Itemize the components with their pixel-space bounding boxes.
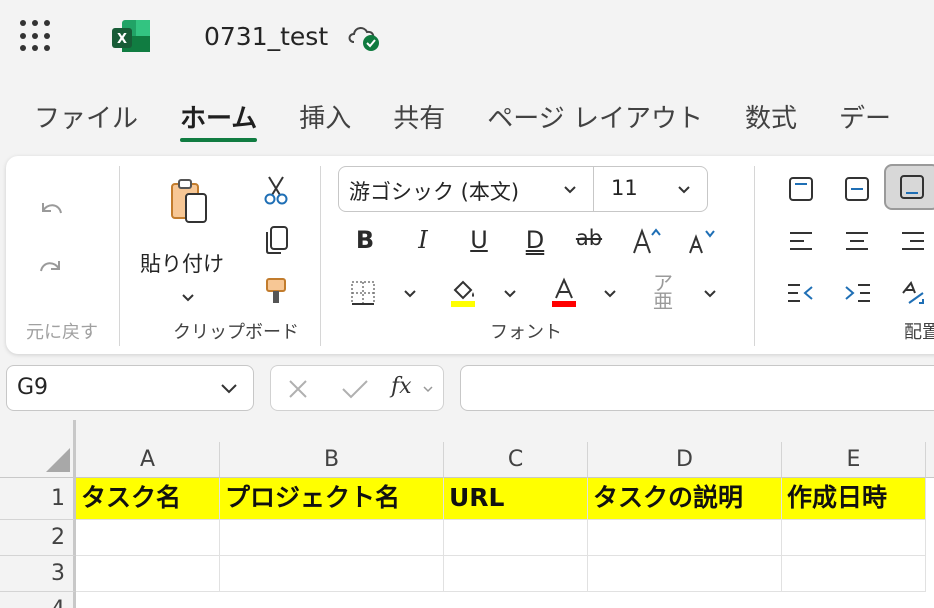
cell-a3[interactable] [76, 556, 220, 592]
align-top-icon[interactable] [784, 172, 818, 206]
name-box[interactable]: G9 [6, 365, 254, 411]
column-header-a[interactable]: A [76, 442, 220, 478]
tab-formulas[interactable]: 数式 [745, 98, 797, 142]
column-header-c[interactable]: C [444, 442, 588, 478]
phonetic-guide-icon[interactable]: ア亜 [648, 273, 678, 311]
paste-dropdown-chevron-icon[interactable] [176, 286, 200, 310]
name-box-value: G9 [17, 375, 49, 400]
row-header-4[interactable]: 4 [0, 592, 76, 608]
tab-file[interactable]: ファイル [34, 98, 138, 142]
cell-d2[interactable] [588, 520, 782, 556]
align-bottom-icon[interactable] [884, 164, 934, 210]
select-all-corner[interactable] [0, 420, 76, 478]
cut-icon[interactable] [260, 174, 292, 206]
column-header-d[interactable]: D [588, 442, 782, 478]
cell-b1[interactable]: プロジェクト名 [220, 478, 444, 520]
cell-e1[interactable]: 作成日時 [782, 478, 926, 520]
ribbon-separator [754, 166, 755, 346]
insert-function-chevron-icon[interactable] [421, 382, 435, 396]
formula-input[interactable] [460, 365, 934, 411]
font-color-icon[interactable] [548, 274, 580, 310]
font-selector: 游ゴシック (本文) 11 [338, 166, 708, 212]
formula-actions: fx [270, 365, 444, 411]
tab-share[interactable]: 共有 [393, 98, 445, 142]
undo-group-label: 元に戻す [26, 322, 98, 343]
app-launcher-icon[interactable] [20, 20, 54, 52]
row-header-1[interactable]: 1 [0, 478, 76, 520]
redo-icon[interactable] [34, 250, 68, 284]
column-header-b[interactable]: B [220, 442, 444, 478]
font-box-divider [593, 167, 594, 211]
align-left-icon[interactable] [784, 224, 818, 258]
borders-chevron-icon[interactable] [400, 284, 420, 304]
double-underline-icon[interactable]: D [520, 226, 550, 254]
cell-a1[interactable]: タスク名 [76, 478, 220, 520]
align-middle-icon[interactable] [840, 172, 874, 206]
insert-function-button[interactable]: fx [391, 374, 412, 399]
text-orientation-icon[interactable] [896, 276, 930, 310]
align-center-icon[interactable] [840, 224, 874, 258]
font-name-dropdown[interactable]: 游ゴシック (本文) [349, 176, 519, 206]
format-painter-icon[interactable] [260, 276, 292, 308]
decrease-indent-icon[interactable] [784, 276, 818, 310]
row-header-3[interactable]: 3 [0, 556, 76, 592]
cell-d3[interactable] [588, 556, 782, 592]
tab-page-layout[interactable]: ページ レイアウト [487, 98, 703, 142]
fill-color-chevron-icon[interactable] [500, 284, 520, 304]
font-size-dropdown[interactable]: 11 [611, 176, 638, 200]
font-size-chevron-icon[interactable] [675, 181, 693, 199]
font-group-label: フォント [490, 322, 562, 343]
fill-color-icon[interactable] [446, 274, 482, 310]
font-name-chevron-icon[interactable] [561, 181, 579, 199]
clipboard-group-label: クリップボード [173, 322, 299, 343]
copy-icon[interactable] [260, 224, 292, 256]
underline-icon[interactable]: U [464, 226, 494, 254]
ribbon-panel: 元に戻す 貼り付け クリップボード 游ゴシック (本文) 11 B I U D … [6, 156, 934, 354]
column-header-strip [76, 420, 934, 442]
excel-logo-icon: X [112, 18, 152, 54]
cell-b3[interactable] [220, 556, 444, 592]
document-title[interactable]: 0731_test [204, 22, 328, 51]
cell-b2[interactable] [220, 520, 444, 556]
cell-c2[interactable] [444, 520, 588, 556]
cloud-saved-icon[interactable] [346, 22, 382, 52]
cell-d1[interactable]: タスクの説明 [588, 478, 782, 520]
confirm-entry-icon[interactable] [339, 376, 371, 402]
paste-button[interactable]: 貼り付け [140, 248, 224, 278]
ribbon-separator [119, 166, 120, 346]
cell-a2[interactable] [76, 520, 220, 556]
spreadsheet-grid: A B C D E 1 2 3 4 タスク名 プロジェクト名 URL タスクの説… [0, 420, 934, 608]
decrease-font-size-icon[interactable] [684, 224, 724, 258]
phonetic-guide-chevron-icon[interactable] [700, 284, 720, 304]
ribbon-separator [320, 166, 321, 346]
name-box-chevron-icon[interactable] [219, 380, 239, 398]
tab-home[interactable]: ホーム [180, 98, 258, 142]
italic-icon[interactable]: I [408, 226, 438, 254]
tab-data[interactable]: デー [839, 98, 891, 142]
undo-icon[interactable] [34, 192, 68, 226]
strikethrough-icon[interactable]: ab [574, 226, 604, 250]
paste-icon[interactable] [166, 176, 212, 226]
cell-c3[interactable] [444, 556, 588, 592]
increase-font-size-icon[interactable] [628, 224, 668, 258]
cell-e3[interactable] [782, 556, 926, 592]
svg-text:X: X [117, 32, 127, 47]
column-header-e[interactable]: E [782, 442, 926, 478]
borders-icon[interactable] [346, 276, 380, 310]
row-header-2[interactable]: 2 [0, 520, 76, 556]
increase-indent-icon[interactable] [840, 276, 874, 310]
alignment-group-label: 配置 [904, 322, 934, 343]
column-header-f[interactable] [926, 442, 934, 478]
cancel-entry-icon[interactable] [285, 376, 311, 402]
tab-insert[interactable]: 挿入 [299, 98, 351, 142]
bold-icon[interactable]: B [350, 226, 380, 254]
align-right-icon[interactable] [896, 224, 930, 258]
cell-e2[interactable] [782, 520, 926, 556]
font-color-chevron-icon[interactable] [600, 284, 620, 304]
excel-window: { "titlebar": { "doc_title": "0731_test"… [0, 0, 934, 608]
ribbon-tabs: ファイル ホーム 挿入 共有 ページ レイアウト 数式 デー [34, 98, 933, 142]
cell-c1[interactable]: URL [444, 478, 588, 520]
